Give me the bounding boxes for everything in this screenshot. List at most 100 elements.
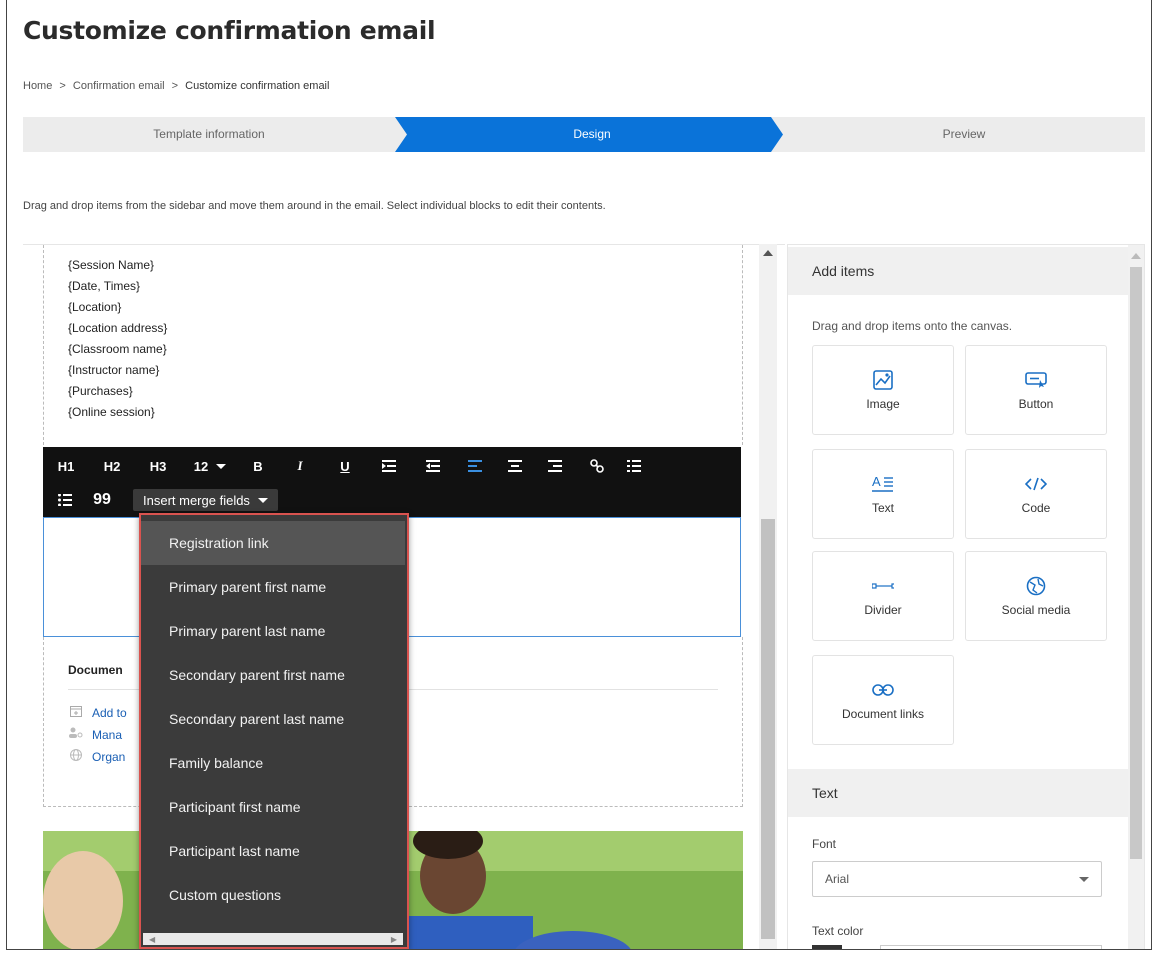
toolbar-row-2: 99 Insert merge fields bbox=[43, 485, 278, 515]
text-editor-toolbar: H1 H2 H3 12 B I U 99 Insert merge fields bbox=[43, 447, 741, 517]
scroll-right-icon[interactable]: ▶ bbox=[391, 935, 397, 944]
session-field: {Online session} bbox=[68, 405, 155, 419]
insert-merge-fields-label: Insert merge fields bbox=[143, 492, 250, 508]
merge-fields-menu: Registration link Primary parent first n… bbox=[139, 513, 409, 949]
step-preview[interactable]: Preview bbox=[783, 127, 1145, 141]
chevron-down-icon bbox=[1079, 877, 1089, 882]
session-field: {Session Name} bbox=[68, 258, 155, 272]
sidebar-scrollbar[interactable] bbox=[1128, 245, 1144, 949]
organization-link[interactable]: Organ bbox=[68, 749, 125, 764]
scrollbar-thumb[interactable] bbox=[761, 519, 775, 939]
step-design[interactable]: Design bbox=[407, 127, 777, 141]
globe-icon bbox=[1025, 575, 1047, 597]
add-items-header: Add items bbox=[788, 247, 1130, 295]
code-icon bbox=[1025, 473, 1047, 495]
font-select-value: Arial bbox=[825, 872, 850, 886]
font-select[interactable]: Arial bbox=[812, 861, 1102, 897]
divider-icon bbox=[872, 575, 894, 597]
session-block[interactable]: {Session Name} {Date, Times} {Location} … bbox=[43, 245, 743, 445]
breadcrumb-separator: > bbox=[171, 80, 179, 92]
text-color-swatch[interactable] bbox=[812, 945, 842, 949]
underline-button[interactable]: U bbox=[323, 454, 367, 478]
session-fields-list: {Session Name} {Date, Times} {Location} … bbox=[68, 255, 167, 423]
session-field: {Date, Times} bbox=[68, 279, 141, 293]
breadcrumb-confirmation-email[interactable]: Confirmation email bbox=[73, 80, 165, 92]
bold-button[interactable]: B bbox=[239, 454, 277, 478]
align-right-icon[interactable] bbox=[535, 454, 575, 478]
text-tile-label: Text bbox=[871, 501, 894, 515]
text-color-label: Text color bbox=[812, 924, 864, 938]
merge-field-option[interactable]: Secondary parent first name bbox=[141, 653, 405, 697]
step-template-information[interactable]: Template information bbox=[23, 127, 395, 141]
merge-field-option[interactable]: Participant first name bbox=[141, 785, 405, 829]
ordered-list-icon[interactable] bbox=[619, 454, 649, 478]
font-size-dropdown[interactable]: 12 bbox=[181, 454, 239, 478]
text-tile[interactable]: A Text bbox=[812, 449, 954, 539]
chevron-down-icon bbox=[257, 497, 268, 503]
merge-field-option[interactable]: Custom questions bbox=[141, 873, 405, 917]
heading1-button[interactable]: H1 bbox=[43, 454, 89, 478]
merge-field-option[interactable]: Family balance bbox=[141, 741, 405, 785]
outdent-icon[interactable] bbox=[411, 454, 455, 478]
button-tile[interactable]: Button bbox=[965, 345, 1107, 435]
align-left-icon[interactable] bbox=[455, 454, 495, 478]
manage-link[interactable]: Mana bbox=[68, 727, 122, 742]
scroll-up-icon[interactable] bbox=[763, 250, 773, 256]
breadcrumb: Home > Confirmation email > Customize co… bbox=[23, 80, 329, 92]
social-media-tile[interactable]: Social media bbox=[965, 551, 1107, 641]
merge-field-option[interactable]: Secondary parent last name bbox=[141, 697, 405, 741]
menu-horizontal-scrollbar[interactable]: ◀ ▶ bbox=[143, 933, 403, 945]
sidebar-scrollbar-thumb[interactable] bbox=[1130, 267, 1142, 859]
document-links-tile[interactable]: Document links bbox=[812, 655, 954, 745]
text-color-input[interactable] bbox=[880, 945, 1102, 949]
breadcrumb-separator: > bbox=[59, 80, 66, 92]
organization-link-label: Organ bbox=[92, 749, 126, 764]
button-tile-label: Button bbox=[1018, 397, 1054, 411]
merge-field-option[interactable]: Participant last name bbox=[141, 829, 405, 873]
wizard-steps: Template information Design Preview bbox=[23, 117, 1145, 152]
scroll-up-icon[interactable] bbox=[1131, 253, 1141, 259]
breadcrumb-current: Customize confirmation email bbox=[185, 80, 330, 92]
image-icon bbox=[872, 369, 894, 391]
merge-field-option[interactable]: Primary parent last name bbox=[141, 609, 405, 653]
manage-link-label: Mana bbox=[92, 727, 123, 742]
merge-field-option[interactable]: Registration link bbox=[141, 521, 405, 565]
session-field: {Purchases} bbox=[68, 384, 133, 398]
heading2-button[interactable]: H2 bbox=[89, 454, 135, 478]
italic-button[interactable]: I bbox=[277, 454, 323, 478]
svg-text:A: A bbox=[872, 474, 881, 489]
canvas-scrollbar[interactable] bbox=[759, 244, 777, 949]
session-field: {Location address} bbox=[68, 321, 168, 335]
blockquote-icon[interactable]: 99 bbox=[87, 488, 117, 512]
indent-icon[interactable] bbox=[367, 454, 411, 478]
align-center-icon[interactable] bbox=[495, 454, 535, 478]
calendar-icon bbox=[68, 705, 84, 720]
document-links-tile-label: Document links bbox=[841, 707, 925, 721]
code-tile-label: Code bbox=[1021, 501, 1051, 515]
globe-icon bbox=[68, 749, 84, 764]
toolbar-row-1: H1 H2 H3 12 B I U bbox=[43, 451, 649, 481]
text-section-header: Text bbox=[788, 769, 1130, 817]
email-canvas[interactable]: {Session Name} {Date, Times} {Location} … bbox=[23, 244, 785, 949]
merge-field-option[interactable]: Primary parent first name bbox=[141, 565, 405, 609]
add-to-link-label: Add to bbox=[92, 705, 127, 720]
text-icon: A bbox=[872, 473, 894, 495]
social-media-tile-label: Social media bbox=[1001, 603, 1071, 617]
insert-merge-fields-button[interactable]: Insert merge fields bbox=[133, 489, 278, 511]
font-size-value: 12 bbox=[193, 458, 209, 474]
add-to-calendar-link[interactable]: Add to bbox=[68, 705, 127, 720]
page-title: Customize confirmation email bbox=[23, 16, 436, 45]
bulleted-list-icon[interactable] bbox=[43, 488, 87, 512]
app-window: Customize confirmation email Home > Conf… bbox=[6, 0, 1152, 950]
breadcrumb-home[interactable]: Home bbox=[23, 80, 52, 92]
divider-tile-label: Divider bbox=[864, 603, 902, 617]
code-tile[interactable]: Code bbox=[965, 449, 1107, 539]
button-icon bbox=[1025, 369, 1047, 391]
scroll-left-icon[interactable]: ◀ bbox=[149, 935, 155, 944]
heading3-button[interactable]: H3 bbox=[135, 454, 181, 478]
link-icon[interactable] bbox=[575, 454, 619, 478]
session-field: {Classroom name} bbox=[68, 342, 167, 356]
divider-tile[interactable]: Divider bbox=[812, 551, 954, 641]
session-field: {Instructor name} bbox=[68, 363, 160, 377]
image-tile[interactable]: Image bbox=[812, 345, 954, 435]
